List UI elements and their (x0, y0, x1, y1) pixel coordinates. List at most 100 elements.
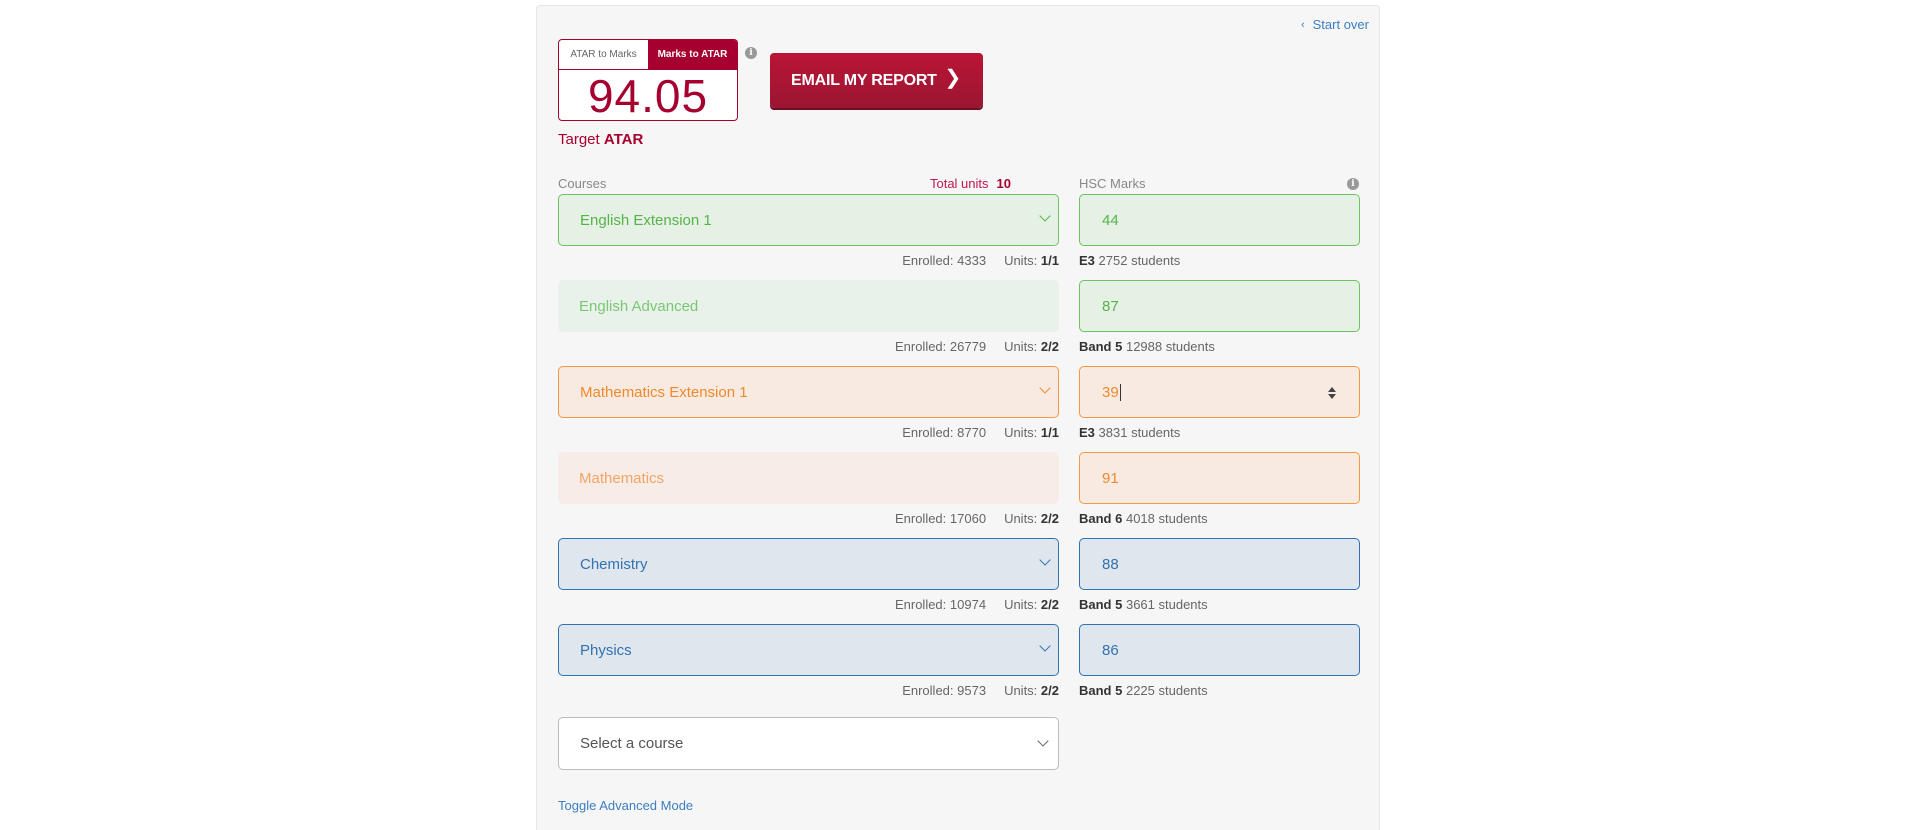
course-meta: Enrolled: 26779 Units: 2/2 (558, 339, 1059, 354)
mark-input[interactable]: 91 (1079, 452, 1360, 504)
mark-value: 88 (1102, 555, 1119, 573)
enrolled-count: 10974 (949, 597, 987, 612)
course-name: Chemistry (580, 555, 648, 573)
courses-header: Courses (558, 176, 607, 191)
enrolled-label: Enrolled: (902, 683, 954, 698)
band-label: Band 5 (1079, 683, 1123, 698)
units-value: 2/2 (1040, 683, 1059, 698)
mark-input[interactable]: 88 (1079, 538, 1360, 590)
course-name: Mathematics (579, 469, 665, 487)
chevron-right-icon: ❯ (944, 67, 961, 89)
atar-display: ATAR to Marks Marks to ATAR 94.05 (558, 39, 738, 121)
course-name: English Extension 1 (580, 211, 712, 229)
target-strong: ATAR (603, 131, 644, 148)
chevron-down-icon (1039, 554, 1051, 566)
total-units-value: 10 (996, 176, 1011, 191)
band-students: 3661 students (1125, 597, 1208, 612)
units-label: Units: (1004, 683, 1038, 698)
units-value: 2/2 (1040, 597, 1059, 612)
units-label: Units: (1004, 425, 1038, 440)
number-stepper-icon[interactable] (1326, 386, 1337, 400)
text-cursor (1119, 383, 1121, 401)
band-info: Band 6 4018 students (1079, 511, 1208, 526)
enrolled-count: 17060 (949, 511, 987, 526)
band-info: Band 5 3661 students (1079, 597, 1208, 612)
target-atar-label: Target ATAR (558, 131, 643, 148)
band-students: 2225 students (1125, 683, 1208, 698)
chevron-left-icon: ‹ (1300, 18, 1305, 31)
band-info: E3 3831 students (1079, 425, 1180, 440)
units-value: 2/2 (1040, 339, 1059, 354)
band-students: 12988 students (1125, 339, 1215, 354)
band-label: Band 6 (1079, 511, 1123, 526)
units-label: Units: (1004, 339, 1038, 354)
enrolled-label: Enrolled: (902, 253, 954, 268)
units-value: 2/2 (1040, 511, 1059, 526)
units-label: Units: (1004, 253, 1038, 268)
mark-input[interactable]: 87 (1079, 280, 1360, 332)
info-icon[interactable]: i (745, 47, 757, 59)
units-value: 1/1 (1040, 253, 1059, 268)
course-name: English Advanced (579, 297, 699, 315)
enrolled-count: 26779 (949, 339, 987, 354)
enrolled-label: Enrolled: (894, 597, 947, 612)
start-over-link[interactable]: ‹ Start over (1301, 17, 1369, 32)
atar-mode-tabs: ATAR to Marks Marks to ATAR (559, 40, 737, 70)
course-select[interactable]: Physics (558, 624, 1059, 676)
atar-calculator-panel: ‹ Start over ATAR to Marks Marks to ATAR… (536, 5, 1380, 830)
enrolled-label: Enrolled: (902, 425, 954, 440)
units-label: Units: (1004, 511, 1038, 526)
enrolled-count: 4333 (957, 253, 987, 268)
info-icon[interactable]: i (1347, 178, 1359, 190)
select-course-placeholder: Select a course (580, 735, 684, 752)
mark-input[interactable]: 44 (1079, 194, 1360, 246)
hsc-marks-header: HSC Marks (1079, 176, 1146, 191)
course-meta: Enrolled: 17060 Units: 2/2 (558, 511, 1059, 526)
email-report-label: EMAIL MY REPORT (791, 71, 937, 89)
tab-marks-to-atar[interactable]: Marks to ATAR (648, 40, 737, 69)
total-units: Total units 10 (891, 176, 1011, 191)
total-units-label: Total units (929, 176, 989, 191)
chevron-down-icon (1039, 640, 1051, 652)
band-info: E3 2752 students (1079, 253, 1180, 268)
mark-value: 87 (1102, 297, 1119, 315)
mark-value: 44 (1102, 211, 1119, 229)
chevron-down-icon (1039, 382, 1051, 394)
enrolled-count: 9573 (957, 683, 987, 698)
course-select[interactable]: Mathematics Extension 1 (558, 366, 1059, 418)
units-label: Units: (1004, 597, 1038, 612)
band-info: Band 5 2225 students (1079, 683, 1208, 698)
mark-value: 86 (1102, 641, 1119, 659)
chevron-down-icon (1037, 735, 1049, 747)
band-students: 4018 students (1125, 511, 1208, 526)
course-select[interactable]: English Extension 1 (558, 194, 1059, 246)
course-meta: Enrolled: 4333 Units: 1/1 (558, 253, 1059, 268)
mark-input[interactable]: 39 (1079, 366, 1360, 418)
email-report-button[interactable]: EMAIL MY REPORT ❯ (770, 53, 983, 108)
enrolled-count: 8770 (957, 425, 987, 440)
course-meta: Enrolled: 8770 Units: 1/1 (558, 425, 1059, 440)
chevron-down-icon (1039, 210, 1051, 222)
course-name: Mathematics Extension 1 (580, 383, 748, 401)
mark-value: 91 (1102, 469, 1119, 487)
course-select: English Advanced (558, 280, 1059, 332)
course-meta: Enrolled: 10974 Units: 2/2 (558, 597, 1059, 612)
band-students: 2752 students (1098, 253, 1181, 268)
band-label: E3 (1079, 253, 1095, 268)
start-over-label: Start over (1312, 17, 1369, 32)
band-label: E3 (1079, 425, 1095, 440)
enrolled-label: Enrolled: (894, 511, 947, 526)
course-name: Physics (580, 641, 632, 659)
course-select: Mathematics (558, 452, 1059, 504)
tab-atar-to-marks[interactable]: ATAR to Marks (559, 40, 648, 69)
select-course-dropdown[interactable]: Select a course (558, 717, 1059, 770)
mark-value: 39 (1102, 383, 1119, 401)
band-students: 3831 students (1098, 425, 1181, 440)
course-select[interactable]: Chemistry (558, 538, 1059, 590)
target-prefix: Target (558, 131, 600, 148)
toggle-advanced-mode-link[interactable]: Toggle Advanced Mode (558, 798, 693, 813)
course-meta: Enrolled: 9573 Units: 2/2 (558, 683, 1059, 698)
enrolled-label: Enrolled: (894, 339, 947, 354)
mark-input[interactable]: 86 (1079, 624, 1360, 676)
band-label: Band 5 (1079, 339, 1123, 354)
